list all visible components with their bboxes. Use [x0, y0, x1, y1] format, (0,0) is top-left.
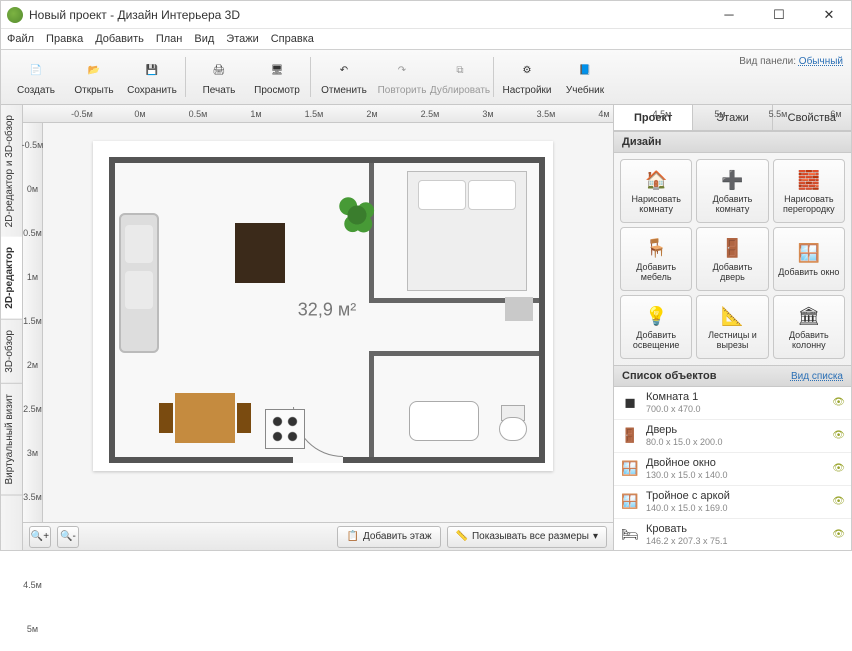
- object-icon: 🛏: [620, 525, 640, 545]
- menu-Добавить[interactable]: Добавить: [95, 33, 144, 45]
- add-floor-button[interactable]: 📋 Добавить этаж: [337, 526, 440, 548]
- vertical-ruler: -0.5м0м0.5м1м1.5м2м2.5м3м3.5м4м4.5м5м: [23, 123, 43, 522]
- Создать-icon: 📄: [22, 59, 50, 83]
- visibility-icon[interactable]: 👁: [832, 529, 845, 540]
- toolbar-Настройки[interactable]: ⚙Настройки: [498, 52, 556, 102]
- toolbar-Сохранить[interactable]: 💾Сохранить: [123, 52, 181, 102]
- object-icon: 🪟: [620, 492, 640, 512]
- minimize-button[interactable]: ─: [713, 7, 745, 23]
- design-header: Дизайн: [614, 131, 851, 153]
- Сохранить-icon: 💾: [138, 59, 166, 83]
- horizontal-ruler: -0.5м0м0.5м1м1.5м2м2.5м3м3.5м4м4.5м5м5.5…: [23, 105, 613, 123]
- floor-plan[interactable]: 32,9 м²: [93, 141, 553, 471]
- Открыть-icon: 📂: [80, 59, 108, 83]
- tool-icon: 🏛: [797, 304, 821, 328]
- visibility-icon[interactable]: 👁: [832, 430, 845, 441]
- toolbar-Просмотр[interactable]: 🖥Просмотр: [248, 52, 306, 102]
- object-Тройное с аркой[interactable]: 🪟Тройное с аркой140.0 x 15.0 x 169.0👁: [614, 486, 851, 519]
- tool-icon: 🧱: [797, 168, 821, 192]
- statusbar: 🔍+ 🔍- 📋 Добавить этаж 📏 Показывать все р…: [23, 522, 613, 550]
- toolbar: 📄Создать📂Открыть💾Сохранить🖨Печать🖥Просмо…: [1, 49, 851, 105]
- object-Двойное окно[interactable]: 🪟Двойное окно130.0 x 15.0 x 140.0👁: [614, 453, 851, 486]
- sofa-furniture[interactable]: [119, 213, 159, 353]
- tool-Добавить комнату[interactable]: ➕Добавить комнату: [696, 159, 768, 223]
- tool-icon: 📐: [720, 304, 744, 328]
- menubar: Файл Правка Добавить План Вид Этажи Справка: [1, 29, 851, 49]
- Печать-icon: 🖨: [205, 59, 233, 83]
- Отменить-icon: ↶: [330, 59, 358, 83]
- vtab-1[interactable]: 2D-редактор: [1, 237, 22, 320]
- menu-Этажи[interactable]: Этажи: [226, 33, 258, 45]
- tool-Нарисовать комнату[interactable]: 🏠Нарисовать комнату: [620, 159, 692, 223]
- titlebar: Новый проект - Дизайн Интерьера 3D ─ ☐ ✕: [1, 1, 851, 29]
- object-Комната 1[interactable]: ◼Комната 1700.0 x 470.0👁: [614, 387, 851, 420]
- stove-furniture[interactable]: [265, 409, 305, 449]
- bed-furniture[interactable]: [407, 171, 527, 291]
- tool-Лестницы и вырезы[interactable]: 📐Лестницы и вырезы: [696, 295, 768, 359]
- tool-Добавить дверь[interactable]: 🚪Добавить дверь: [696, 227, 768, 291]
- toolbar-Открыть[interactable]: 📂Открыть: [65, 52, 123, 102]
- window-title: Новый проект - Дизайн Интерьера 3D: [29, 8, 240, 22]
- tool-Добавить мебель[interactable]: 🪑Добавить мебель: [620, 227, 692, 291]
- panel-mode-link[interactable]: Обычный: [799, 56, 843, 67]
- tool-Нарисовать перегородку[interactable]: 🧱Нарисовать перегородку: [773, 159, 845, 223]
- toolbar-Отменить[interactable]: ↶Отменить: [315, 52, 373, 102]
- Просмотр-icon: 🖥: [263, 59, 291, 83]
- app-icon: [7, 7, 23, 23]
- tool-Добавить колонну[interactable]: 🏛Добавить колонну: [773, 295, 845, 359]
- Дублировать-icon: ⧉: [446, 59, 474, 83]
- toolbar-Создать[interactable]: 📄Создать: [7, 52, 65, 102]
- vtab-2[interactable]: 3D-обзор: [1, 320, 22, 384]
- menu-План[interactable]: План: [156, 33, 183, 45]
- menu-Справка[interactable]: Справка: [271, 33, 314, 45]
- menu-Правка[interactable]: Правка: [46, 33, 83, 45]
- tool-icon: 🚪: [720, 236, 744, 260]
- toolbar-Дублировать: ⧉Дублировать: [431, 52, 489, 102]
- room-area-label: 32,9 м²: [298, 300, 356, 321]
- object-Кровать[interactable]: 🛏Кровать146.2 x 207.3 x 75.1👁: [614, 519, 851, 550]
- object-icon: 🚪: [620, 426, 640, 446]
- tool-icon: 🏠: [644, 168, 668, 192]
- vertical-tabs: 2D-редактор и 3D-обзор2D-редактор3D-обзо…: [1, 105, 23, 550]
- tool-icon: ➕: [720, 168, 744, 192]
- tv-stand-furniture[interactable]: [235, 223, 285, 283]
- zoom-out-button[interactable]: 🔍-: [57, 526, 79, 548]
- visibility-icon[interactable]: 👁: [832, 397, 845, 408]
- Учебник-icon: 📘: [571, 59, 599, 83]
- tool-Добавить окно[interactable]: 🪟Добавить окно: [773, 227, 845, 291]
- close-button[interactable]: ✕: [813, 7, 845, 23]
- tool-icon: 🪟: [797, 241, 821, 265]
- object-icon: 🪟: [620, 459, 640, 479]
- bathtub-furniture[interactable]: [409, 401, 479, 441]
- visibility-icon[interactable]: 👁: [832, 496, 845, 507]
- vtab-0[interactable]: 2D-редактор и 3D-обзор: [1, 105, 22, 237]
- tool-Добавить освещение[interactable]: 💡Добавить освещение: [620, 295, 692, 359]
- toolbar-Печать[interactable]: 🖨Печать: [190, 52, 248, 102]
- object-icon: ◼: [620, 393, 640, 413]
- right-panel: ПроектЭтажиСвойства Дизайн 🏠Нарисовать к…: [613, 105, 851, 550]
- table-furniture[interactable]: [175, 393, 235, 443]
- menu-Файл[interactable]: Файл: [7, 33, 34, 45]
- panel-mode-label: Вид панели: Обычный: [739, 56, 843, 67]
- nightstand-furniture[interactable]: [505, 297, 533, 321]
- show-dimensions-button[interactable]: 📏 Показывать все размеры ▾: [447, 526, 607, 548]
- menu-Вид[interactable]: Вид: [194, 33, 214, 45]
- toolbar-Повторить: ↷Повторить: [373, 52, 431, 102]
- plant-furniture[interactable]: [335, 193, 379, 237]
- tool-icon: 💡: [644, 304, 668, 328]
- object-Дверь[interactable]: 🚪Дверь80.0 x 15.0 x 200.0👁: [614, 420, 851, 453]
- list-view-link[interactable]: Вид списка: [791, 371, 843, 382]
- vtab-3[interactable]: Виртуальный визит: [1, 384, 22, 496]
- toolbar-Учебник[interactable]: 📘Учебник: [556, 52, 614, 102]
- maximize-button[interactable]: ☐: [763, 7, 795, 23]
- toilet-furniture[interactable]: [499, 405, 525, 439]
- Повторить-icon: ↷: [388, 59, 416, 83]
- canvas[interactable]: 32,9 м²: [43, 123, 613, 522]
- visibility-icon[interactable]: 👁: [832, 463, 845, 474]
- Настройки-icon: ⚙: [513, 59, 541, 83]
- objects-header: Список объектов Вид списка: [614, 365, 851, 387]
- tool-icon: 🪑: [644, 236, 668, 260]
- zoom-in-button[interactable]: 🔍+: [29, 526, 51, 548]
